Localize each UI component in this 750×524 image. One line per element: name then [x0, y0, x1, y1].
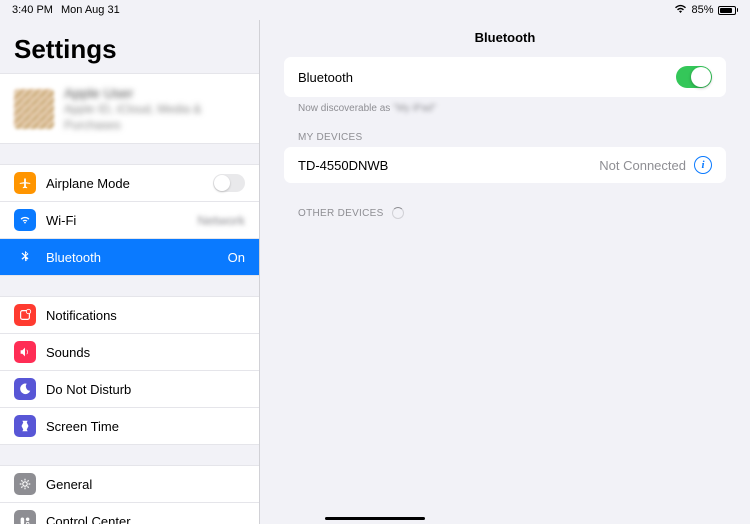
sidebar: Settings Apple User Apple ID, iCloud, Me… [0, 20, 260, 524]
user-text: Apple User Apple ID, iCloud, Media & Pur… [64, 84, 245, 133]
battery-percent: 85% [691, 4, 713, 16]
page-title: Bluetooth [260, 20, 750, 57]
battery-icon [718, 6, 739, 15]
sidebar-item-wifi[interactable]: Wi-Fi Network [0, 202, 259, 239]
my-devices-list: TD-4550DNWB Not Connected i [284, 147, 726, 183]
sidebar-item-user[interactable]: Apple User Apple ID, iCloud, Media & Pur… [0, 73, 259, 144]
general-icon [14, 473, 36, 495]
discoverable-text: Now discoverable as "My iPad" [284, 97, 726, 114]
status-time: 3:40 PM [12, 4, 53, 16]
sidebar-group-connectivity: Airplane Mode Wi-Fi Network Bluetooth On [0, 164, 259, 276]
screentime-icon [14, 415, 36, 437]
avatar [14, 89, 54, 129]
sidebar-item-label: Do Not Disturb [46, 382, 245, 397]
sidebar-item-label: Screen Time [46, 419, 245, 434]
wifi-icon [14, 209, 36, 231]
home-indicator[interactable] [325, 517, 425, 520]
spinner-icon [392, 207, 404, 219]
sidebar-item-airplane[interactable]: Airplane Mode [0, 165, 259, 202]
controlcenter-icon [14, 510, 36, 524]
bluetooth-toggle-card: Bluetooth [284, 57, 726, 97]
my-devices-header: My Devices [284, 114, 726, 147]
sidebar-item-label: Notifications [46, 308, 245, 323]
sidebar-item-general[interactable]: General [0, 466, 259, 503]
sidebar-item-dnd[interactable]: Do Not Disturb [0, 371, 259, 408]
other-devices-header: Other Devices [284, 183, 726, 223]
sidebar-item-label: Sounds [46, 345, 245, 360]
bluetooth-toggle-label: Bluetooth [298, 70, 676, 85]
sidebar-item-notifications[interactable]: Notifications [0, 297, 259, 334]
info-icon[interactable]: i [694, 156, 712, 174]
sidebar-group-general: General Control Center AA Display & Brig… [0, 465, 259, 524]
device-name: TD-4550DNWB [298, 158, 599, 173]
sidebar-item-label: Bluetooth [46, 250, 218, 265]
status-date: Mon Aug 31 [61, 4, 120, 16]
settings-title: Settings [0, 20, 259, 73]
sidebar-item-label: Control Center [46, 514, 245, 524]
sidebar-item-label: Airplane Mode [46, 176, 203, 191]
device-status: Not Connected [599, 158, 686, 173]
status-bar: 3:40 PM Mon Aug 31 85% [0, 0, 750, 20]
airplane-icon [14, 172, 36, 194]
airplane-switch[interactable] [213, 174, 245, 192]
wifi-network-name: Network [197, 213, 245, 228]
sidebar-item-label: General [46, 477, 245, 492]
bluetooth-status: On [228, 250, 245, 265]
sidebar-item-controlcenter[interactable]: Control Center [0, 503, 259, 524]
bluetooth-switch[interactable] [676, 66, 712, 88]
dnd-icon [14, 378, 36, 400]
sidebar-group-notifications: Notifications Sounds Do Not Disturb Scre… [0, 296, 259, 445]
sidebar-item-bluetooth[interactable]: Bluetooth On [0, 239, 259, 275]
sounds-icon [14, 341, 36, 363]
detail-pane: Bluetooth Bluetooth Now discoverable as … [260, 20, 750, 524]
sidebar-item-sounds[interactable]: Sounds [0, 334, 259, 371]
sidebar-item-label: Wi-Fi [46, 213, 187, 228]
sidebar-item-screentime[interactable]: Screen Time [0, 408, 259, 444]
notifications-icon [14, 304, 36, 326]
device-row[interactable]: TD-4550DNWB Not Connected i [284, 147, 726, 183]
bluetooth-icon [14, 246, 36, 268]
wifi-icon [674, 4, 687, 17]
